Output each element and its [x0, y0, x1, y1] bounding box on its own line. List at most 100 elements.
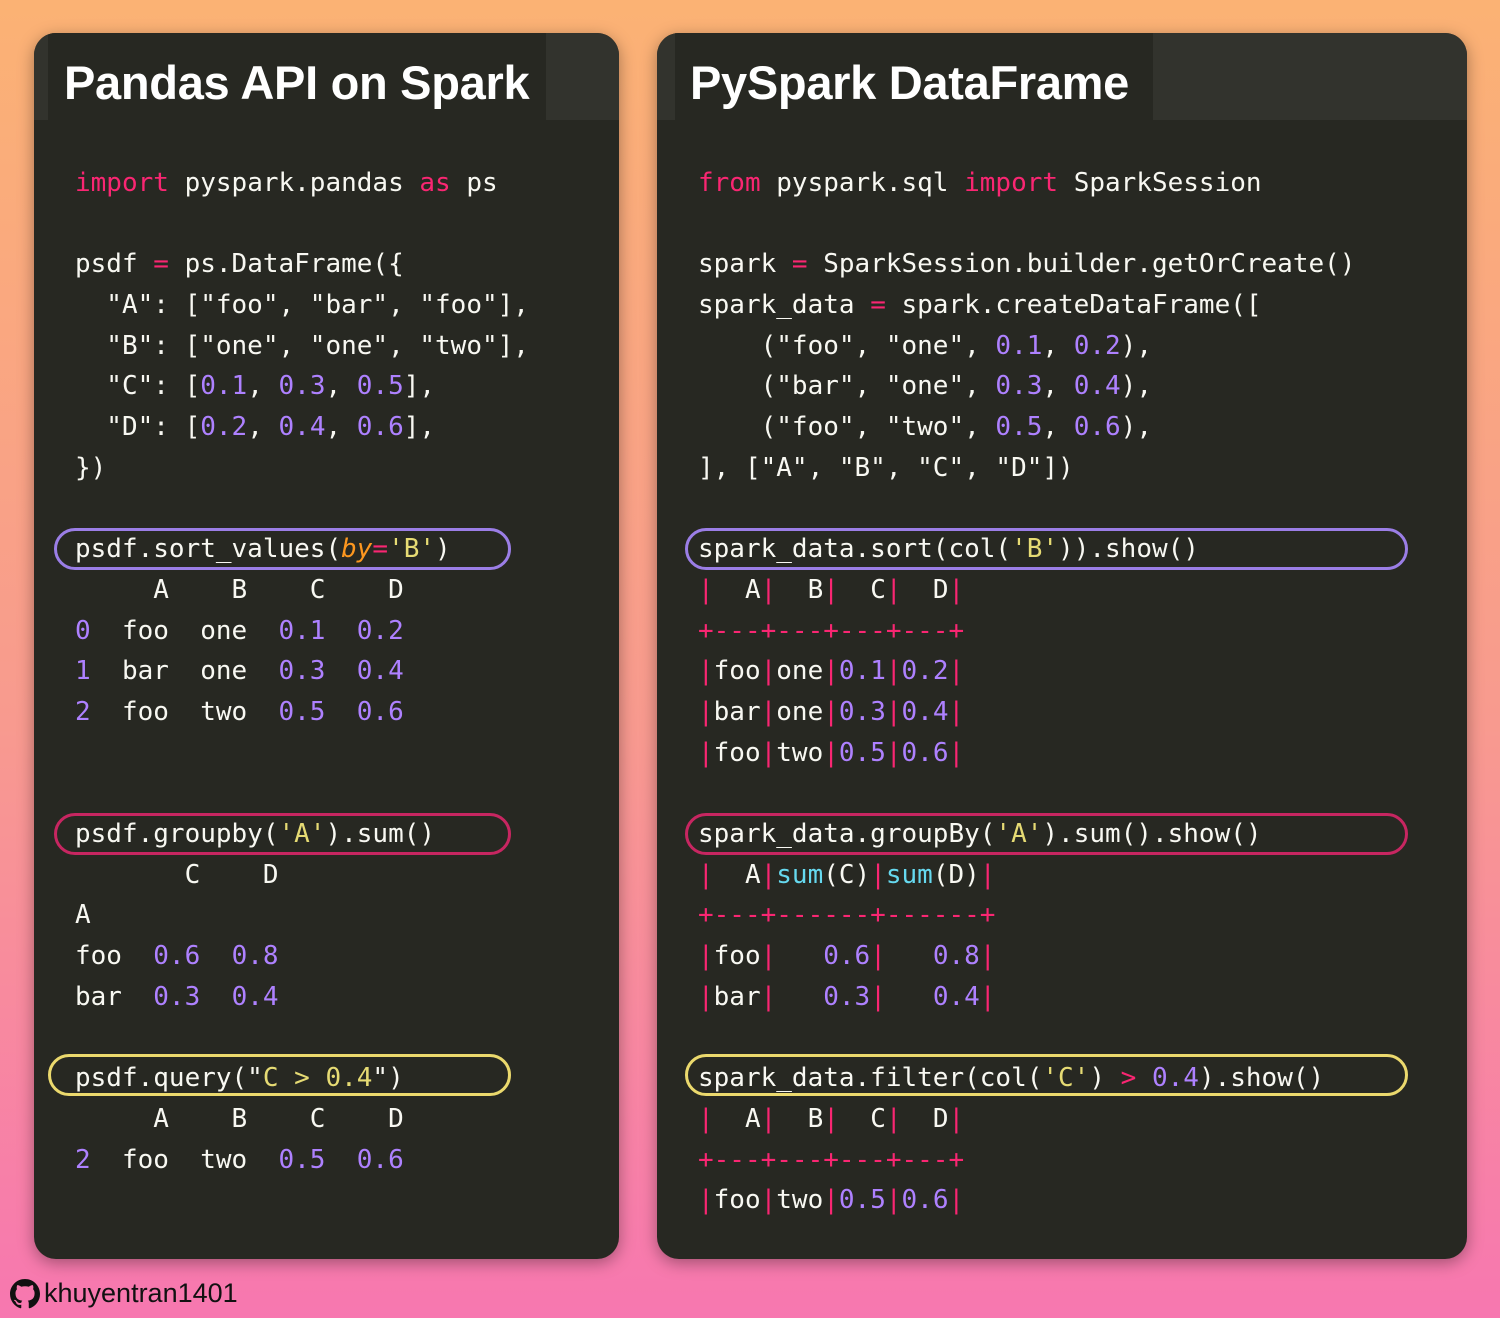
code-token: 0.3 — [278, 371, 326, 402]
code-token: | — [698, 1103, 714, 1134]
code-token: as — [419, 168, 451, 198]
code-token: 'A' — [278, 819, 326, 849]
code-line: psdf.groupby('A').sum() — [75, 814, 529, 855]
code-token: spark_data.sort(col( — [698, 534, 1012, 565]
code-token: ), — [1120, 371, 1152, 402]
code-token: 'C' — [1042, 1063, 1090, 1094]
code-line: spark = SparkSession.builder.getOrCreate… — [698, 244, 1355, 285]
code-token: 0.8 — [932, 941, 980, 972]
code-token: = — [372, 534, 389, 565]
code-token: spark — [698, 249, 792, 280]
code-token: | — [948, 656, 965, 687]
code-token: 0.4 — [231, 981, 279, 1012]
code-line: 2 foo two 0.5 0.6 — [75, 692, 529, 733]
code-token: ).show() — [1198, 1063, 1325, 1094]
code-token: foo — [713, 941, 761, 972]
code-line: +---+---+---+---+ — [698, 1140, 1355, 1181]
code-token: | — [698, 696, 714, 727]
code-token: 'A' — [995, 819, 1043, 849]
code-token: 0.1 — [278, 615, 326, 646]
code-token: | — [870, 859, 886, 890]
code-token: | — [698, 981, 714, 1012]
code-line: spark_data = spark.createDataFrame([ — [698, 285, 1355, 326]
code-line: spark_data.sort(col('B')).show() — [698, 529, 1355, 570]
code-line: psdf = ps.DataFrame({ — [75, 244, 529, 285]
code-line: psdf.query("C > 0.4") — [75, 1058, 529, 1099]
code-token: ps — [450, 168, 498, 198]
code-token: = — [870, 290, 886, 321]
code-line: ], ["A", "B", "C", "D"]) — [698, 448, 1355, 489]
code-token: | — [760, 574, 777, 605]
code-token: psdf — [75, 249, 154, 280]
code-token: SparkSession — [1058, 168, 1262, 198]
code-line: A — [75, 895, 529, 936]
code-token: 0.1 — [995, 330, 1043, 361]
code-token: one — [776, 656, 824, 687]
code-token: 'B' — [388, 534, 436, 565]
code-token: )).show() — [1058, 534, 1199, 565]
code-token: | — [948, 574, 965, 605]
code-token: bar — [713, 696, 761, 727]
code-token: | — [698, 737, 714, 768]
code-token: "B": ["one", "one", "two"], — [75, 330, 529, 361]
code-token: | — [760, 859, 777, 890]
code-token: | — [979, 981, 996, 1012]
code-token: ), — [1120, 330, 1152, 361]
code-token: | — [698, 859, 714, 890]
code-token: | — [760, 656, 777, 687]
code-token: 0.2 — [1073, 330, 1121, 361]
code-token: | — [885, 737, 902, 768]
code-token: 0.4 — [1151, 1063, 1199, 1094]
code-token: "A": ["foo", "bar", "foo"], — [75, 290, 529, 321]
panel-title: PySpark DataFrame — [690, 56, 1130, 109]
code-token: 0.3 — [838, 696, 886, 727]
code-token: ("foo", "one", — [698, 330, 996, 361]
code-token: sum — [776, 859, 824, 890]
code-line: | A|sum(C)|sum(D)| — [698, 855, 1355, 896]
code-token: | — [823, 656, 839, 687]
code-token: foo one — [90, 615, 279, 646]
code-token: C D — [75, 859, 279, 890]
code-line: |bar|one|0.3|0.4| — [698, 692, 1355, 733]
code-token: 0.3 — [995, 371, 1043, 402]
code-token: 0.6 — [901, 737, 949, 768]
code-token: }) — [75, 452, 107, 483]
code-line: }) — [75, 448, 529, 489]
code-token: ) — [1089, 1063, 1121, 1094]
code-line: spark_data.filter(col('C') > 0.4).show() — [698, 1058, 1355, 1099]
code-token: | — [698, 1185, 714, 1216]
code-token: spark_data — [698, 290, 871, 321]
code-token: pyspark.sql — [760, 168, 965, 198]
code-line: "A": ["foo", "bar", "foo"], — [75, 285, 529, 326]
code-token: = — [791, 249, 808, 280]
code-token: , — [247, 371, 279, 402]
code-token: | — [870, 981, 886, 1012]
code-line: A B C D — [75, 1099, 529, 1140]
code-token: 1 — [75, 656, 91, 687]
code-token: (C) — [823, 859, 871, 890]
code-line: | A| B| C| D| — [698, 570, 1355, 611]
code-token: 0.4 — [1073, 371, 1121, 402]
github-icon — [10, 1278, 40, 1308]
code-token: +---+---+---+---+ — [698, 615, 965, 646]
code-token: psdf.query(" — [75, 1063, 263, 1094]
code-token: | — [870, 941, 886, 972]
code-line: 2 foo two 0.5 0.6 — [75, 1140, 529, 1181]
code-token: A — [713, 574, 761, 605]
code-token: bar one — [90, 656, 279, 687]
code-token: 0 — [75, 615, 91, 646]
code-token: 0.5 — [838, 1185, 886, 1216]
code-token: 0.5 — [995, 412, 1043, 443]
code-token: foo — [713, 737, 761, 768]
code-line: from pyspark.sql import SparkSession — [698, 163, 1355, 204]
